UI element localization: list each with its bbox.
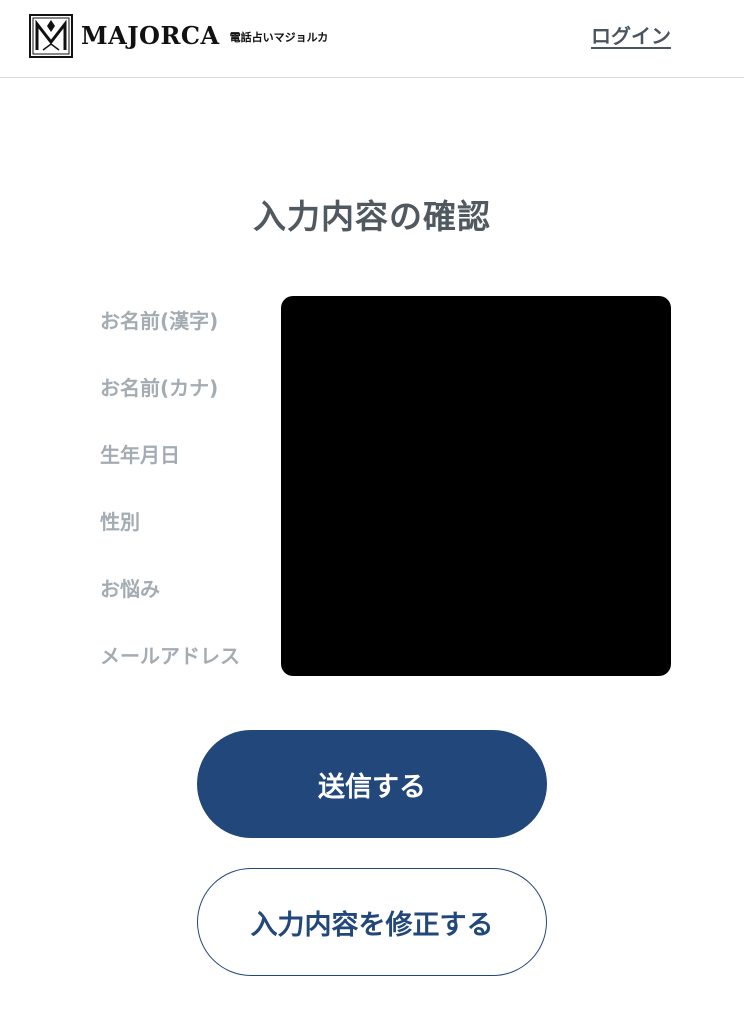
page-title: 入力内容の確認 bbox=[253, 197, 491, 236]
site-logo[interactable]: MAJORCA 電話占いマジョルカ bbox=[29, 12, 328, 60]
label-email: メールアドレス bbox=[100, 644, 240, 668]
majorca-m-logo-icon bbox=[29, 14, 73, 58]
login-link[interactable]: ログイン bbox=[591, 20, 671, 49]
edit-input-button[interactable]: 入力内容を修正する bbox=[197, 868, 547, 976]
label-concern: お悩み bbox=[100, 577, 160, 601]
submit-button[interactable]: 送信する bbox=[197, 730, 547, 838]
label-gender: 性別 bbox=[100, 510, 140, 534]
redacted-values bbox=[281, 296, 671, 676]
brand-subtitle: 電話占いマジョルカ bbox=[229, 31, 329, 44]
label-name-kanji: お名前(漢字) bbox=[100, 309, 219, 333]
site-header: MAJORCA 電話占いマジョルカ ログイン bbox=[0, 0, 744, 78]
label-birthdate: 生年月日 bbox=[100, 443, 180, 467]
brand-name: MAJORCA bbox=[81, 21, 220, 50]
label-name-kana: お名前(カナ) bbox=[100, 376, 219, 400]
